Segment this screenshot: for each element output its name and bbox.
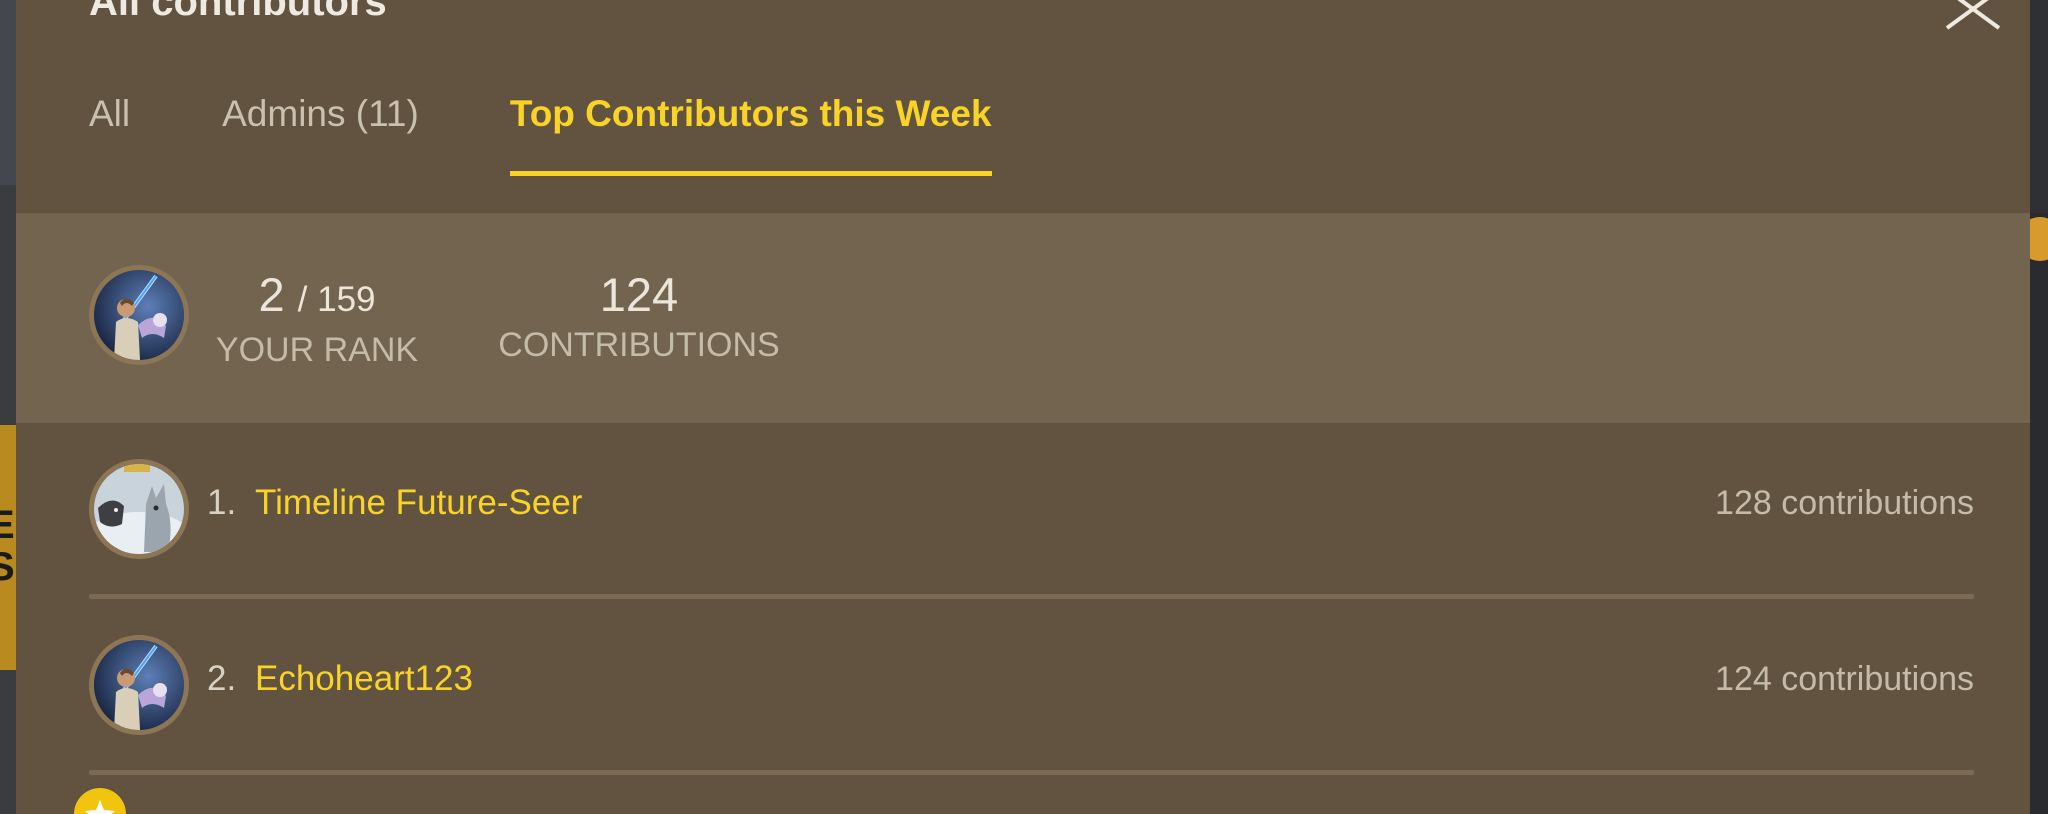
modal-title: All contributors: [89, 0, 387, 24]
close-button[interactable]: [1941, 0, 2005, 36]
jedi-avatar-icon: [94, 270, 184, 360]
contributor-name-link[interactable]: Echoheart123: [255, 655, 473, 703]
rank-value: 2: [258, 268, 285, 321]
list-item: 2. Echoheart123 124 contributions: [89, 599, 1974, 775]
jedi-avatar-icon: [94, 640, 184, 730]
rank-number: 2.: [207, 659, 237, 698]
avatar[interactable]: [89, 265, 189, 365]
avatar[interactable]: [89, 635, 189, 735]
tab-all[interactable]: All: [89, 90, 130, 176]
contributor-tabs: All Admins (11) Top Contributors this We…: [89, 90, 992, 176]
your-rank-panel: 2 / 159 YOUR RANK 124 CONTRIBUTIONS: [16, 213, 2030, 423]
background-page-header: [0, 0, 16, 185]
contributions-value: 124: [599, 268, 679, 321]
star-badge-icon: [74, 788, 126, 814]
your-contributions-stat: 124 CONTRIBUTIONS: [489, 267, 789, 365]
rank-total: / 159: [297, 280, 376, 319]
rank-number: 1.: [207, 483, 237, 522]
contributor-name-link[interactable]: Timeline Future-Seer: [255, 479, 582, 527]
rank-label: YOUR RANK: [215, 331, 419, 369]
avatar[interactable]: [89, 459, 189, 559]
contributions-label: CONTRIBUTIONS: [498, 326, 780, 364]
close-icon: [1945, 0, 2001, 30]
wolf-avatar-icon: [94, 464, 184, 554]
leaderboard-list: 1. Timeline Future-Seer 128 contribution…: [89, 423, 1974, 775]
background-banner: E S: [0, 425, 16, 670]
background-page-right: [2030, 213, 2048, 814]
contributors-modal: All contributors All Admins (11) Top Con…: [16, 0, 2030, 814]
list-item: 1. Timeline Future-Seer 128 contribution…: [89, 423, 1974, 599]
tab-admins[interactable]: Admins (11): [222, 90, 419, 176]
your-rank-stat: 2 / 159 YOUR RANK: [207, 267, 427, 370]
contribution-count: 124 contributions: [1715, 660, 1974, 698]
tab-top-contributors[interactable]: Top Contributors this Week: [509, 90, 992, 176]
contribution-count: 128 contributions: [1715, 484, 1974, 522]
divider: [89, 770, 1974, 775]
